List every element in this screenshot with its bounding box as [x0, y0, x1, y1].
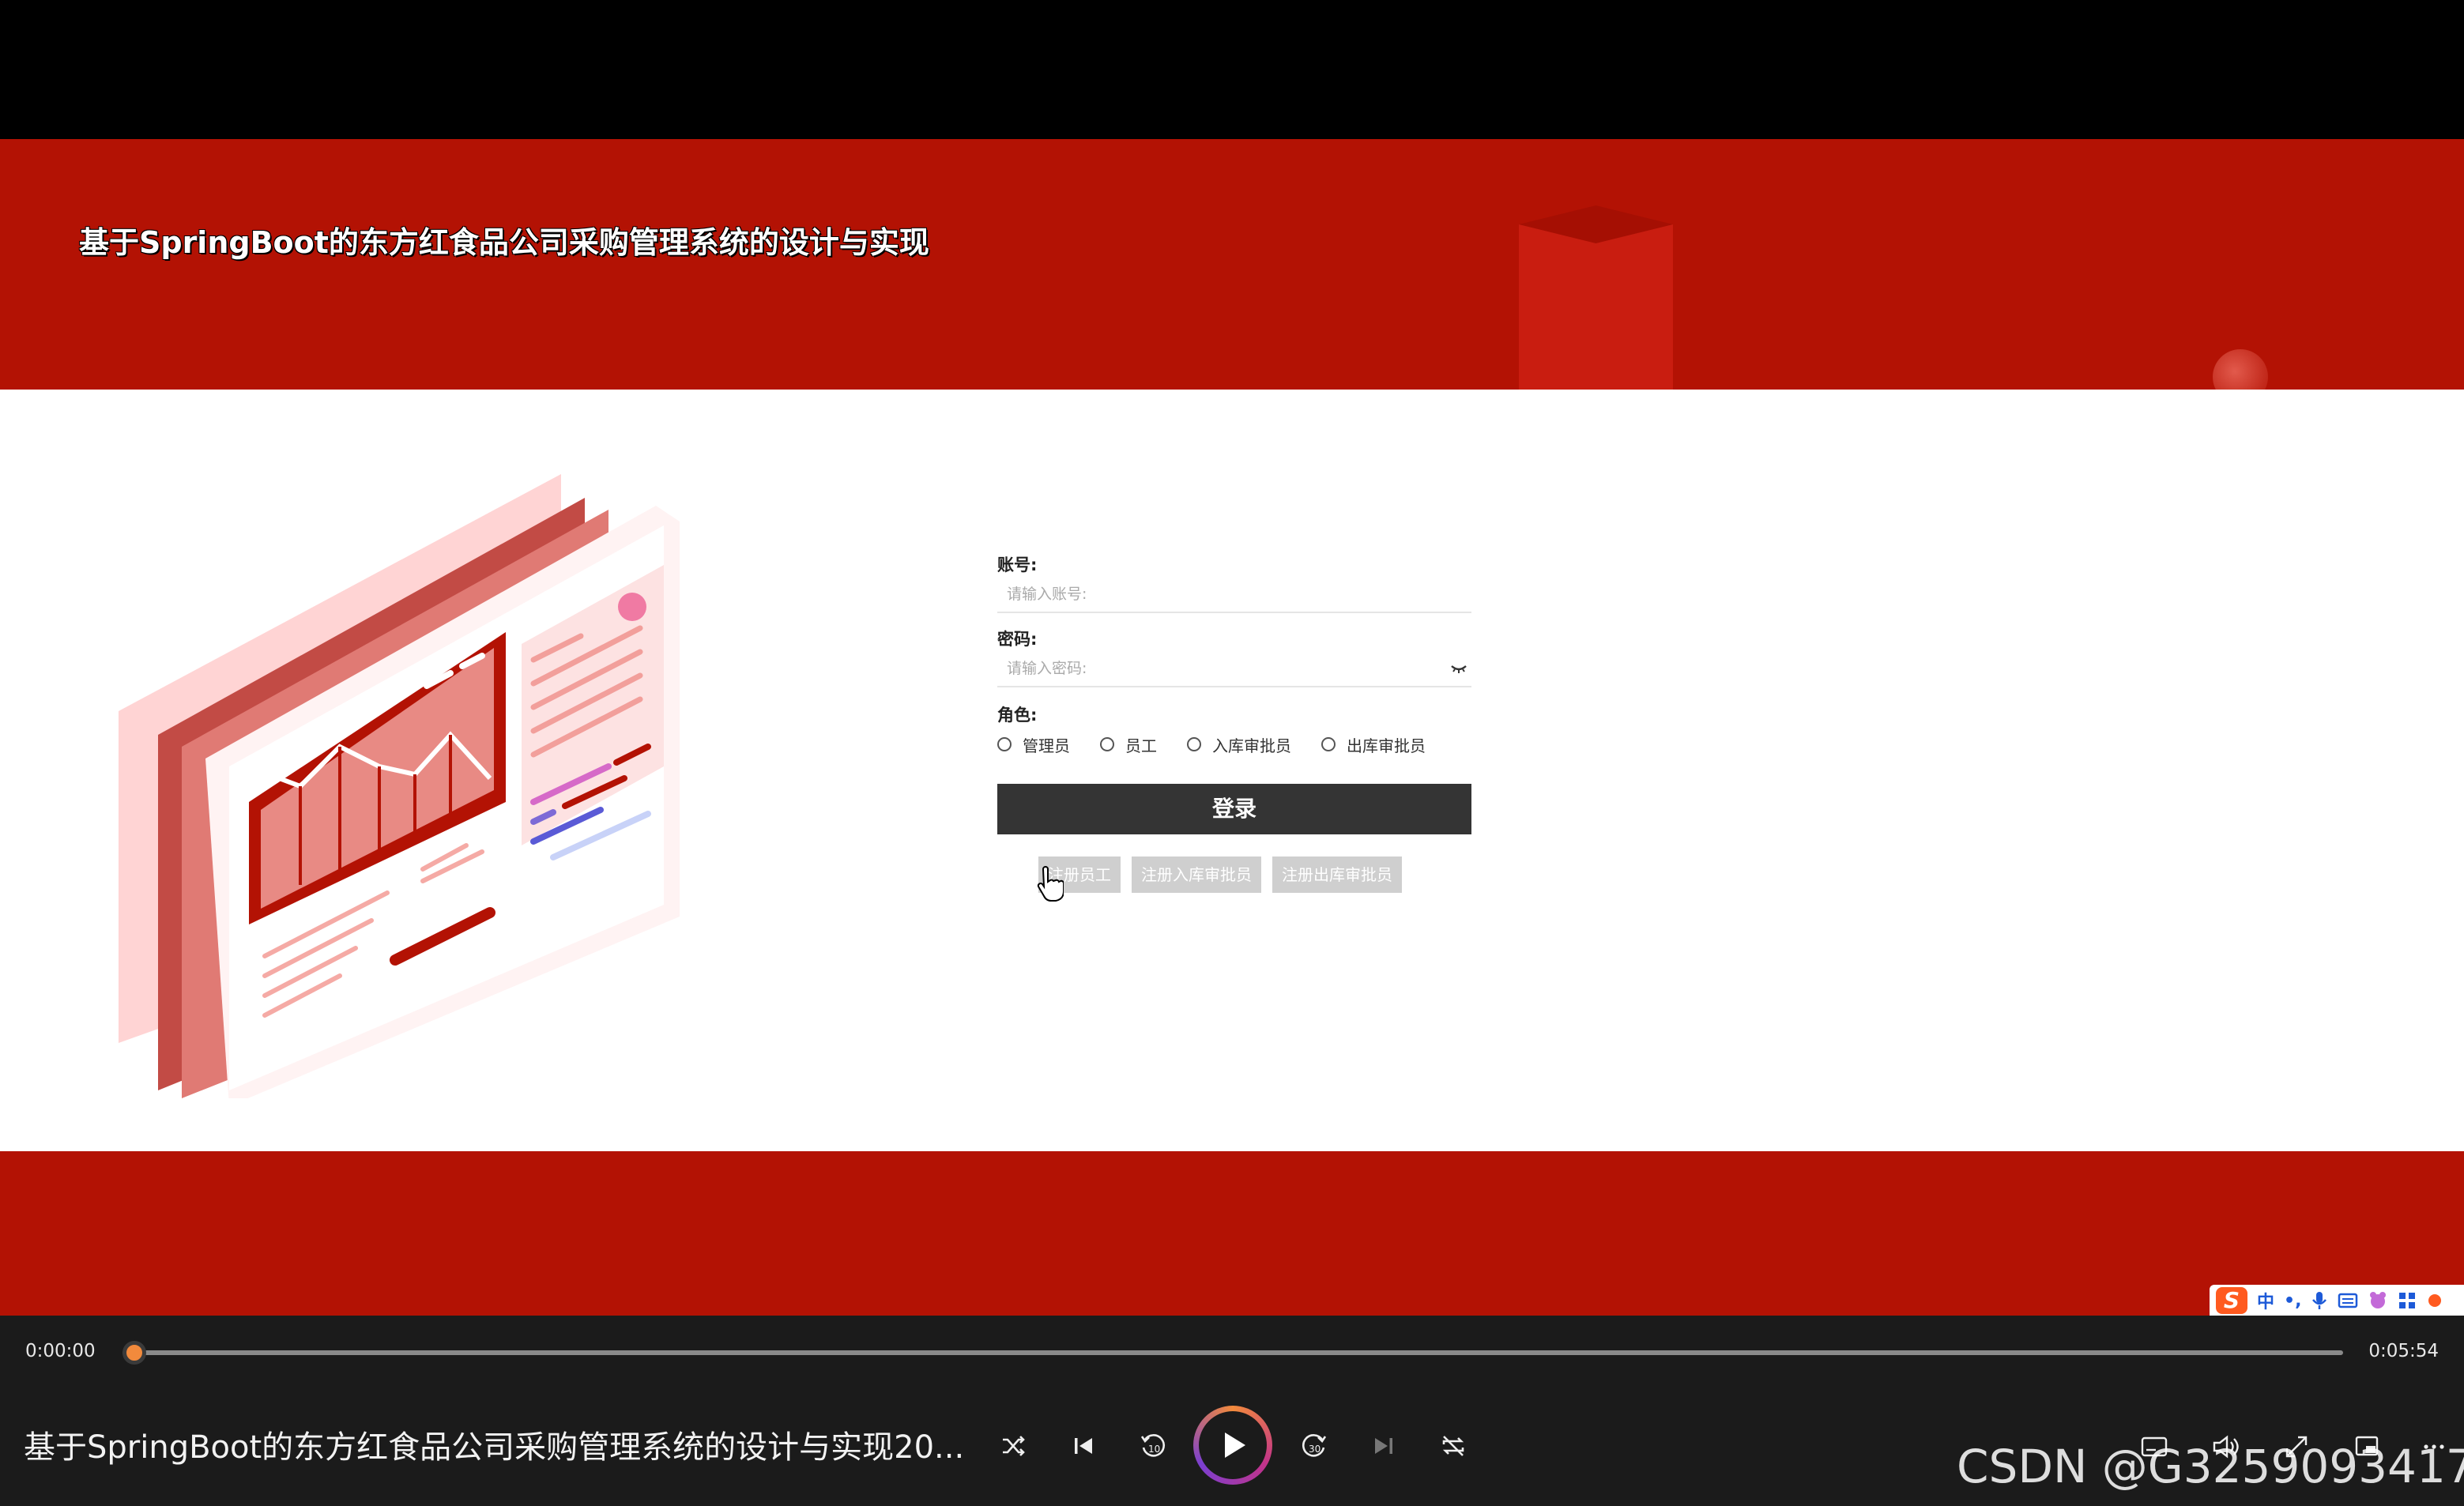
account-field-wrapper	[997, 577, 1471, 613]
role-option-label: 入库审批员	[1212, 736, 1291, 755]
login-form: 账号: 密码: 角色: 管理员 员工	[997, 553, 1471, 893]
login-button[interactable]: 登录	[997, 784, 1471, 834]
csdn-watermark: CSDN @G3259093417	[1957, 1440, 2464, 1493]
shuffle-button[interactable]	[994, 1426, 1034, 1466]
role-option-label: 员工	[1125, 736, 1157, 755]
next-button[interactable]	[1364, 1426, 1403, 1466]
radio-button[interactable]	[1100, 737, 1114, 751]
register-inbound-approver-button[interactable]: 注册入库审批员	[1132, 857, 1261, 893]
role-option-label: 出库审批员	[1347, 736, 1426, 755]
banner-decoration	[1519, 224, 1673, 390]
skip-previous-icon	[1075, 1438, 1092, 1454]
page-title: 基于SpringBoot的东方红食品公司采购管理系统的设计与实现	[79, 225, 929, 260]
footer-band	[0, 1151, 2464, 1316]
role-option-label: 管理员	[1023, 736, 1070, 755]
play-icon	[1225, 1433, 1245, 1458]
role-option-employee[interactable]: 员工	[1100, 733, 1157, 756]
role-label: 角色:	[997, 706, 1038, 725]
register-outbound-approver-button[interactable]: 注册出库审批员	[1272, 857, 1402, 893]
play-button-inner	[1199, 1411, 1267, 1479]
play-button[interactable]	[1193, 1406, 1272, 1485]
repeat-off-icon	[1442, 1436, 1464, 1456]
progress-thumb[interactable]	[122, 1341, 146, 1365]
password-label: 密码:	[997, 630, 1038, 649]
video-title: 基于SpringBoot的东方红食品公司采购管理系统的设计与实现20...	[24, 1429, 965, 1466]
tools-icon[interactable]	[2426, 1292, 2443, 1309]
rewind-10-icon: 10	[1140, 1434, 1166, 1457]
register-buttons: 注册员工 注册入库审批员 注册出库审批员	[997, 857, 1471, 893]
keyboard-icon[interactable]	[2338, 1292, 2358, 1309]
banner-decoration-ball	[2213, 349, 2268, 390]
letterbox-top	[0, 0, 2464, 139]
eye-closed-icon[interactable]	[1449, 662, 1468, 675]
role-option-admin[interactable]: 管理员	[997, 733, 1070, 756]
account-input[interactable]	[997, 577, 1440, 612]
total-time: 0:05:54	[2368, 1341, 2439, 1361]
forward-30-icon: 30	[1302, 1434, 1327, 1457]
skip-next-icon	[1375, 1438, 1392, 1454]
grid-menu-icon[interactable]	[2398, 1291, 2417, 1310]
hand-cursor-icon	[1037, 866, 1064, 902]
radio-button[interactable]	[1321, 737, 1336, 751]
role-option-inbound-approver[interactable]: 入库审批员	[1187, 733, 1291, 756]
video-player-window: 基于SpringBoot的东方红食品公司采购管理系统的设计与实现 账号: 请输入…	[0, 0, 2464, 1506]
forward-30-button[interactable]: 30	[1294, 1426, 1334, 1466]
password-input[interactable]	[997, 651, 1440, 686]
progress-slider[interactable]	[122, 1350, 2343, 1355]
role-radio-group: 管理员 员工 入库审批员 出库审批员	[997, 729, 1471, 760]
rewind-10-button[interactable]: 10	[1133, 1426, 1173, 1466]
svg-text:30: 30	[1309, 1444, 1321, 1455]
header-banner: 基于SpringBoot的东方红食品公司采购管理系统的设计与实现	[0, 139, 2464, 390]
ime-toolbar[interactable]: S 中 •,	[2210, 1285, 2464, 1316]
current-time: 0:00:00	[25, 1341, 96, 1361]
skin-icon[interactable]	[2368, 1290, 2388, 1311]
previous-button[interactable]	[1064, 1426, 1103, 1466]
shuffle-icon	[1003, 1436, 1025, 1456]
repeat-off-button[interactable]	[1434, 1426, 1473, 1466]
account-label: 账号:	[997, 555, 1038, 574]
radio-button[interactable]	[1187, 737, 1201, 751]
password-field-wrapper	[997, 651, 1471, 687]
radio-button[interactable]	[997, 737, 1012, 751]
role-option-outbound-approver[interactable]: 出库审批员	[1321, 733, 1426, 756]
ime-language-toggle[interactable]: 中	[2257, 1288, 2274, 1313]
svg-text:10: 10	[1148, 1444, 1160, 1455]
dashboard-illustration	[119, 474, 680, 1098]
ime-punctuation-toggle[interactable]: •,	[2284, 1291, 2301, 1311]
sogou-logo-icon[interactable]: S	[2216, 1287, 2247, 1314]
microphone-icon[interactable]	[2311, 1290, 2328, 1311]
